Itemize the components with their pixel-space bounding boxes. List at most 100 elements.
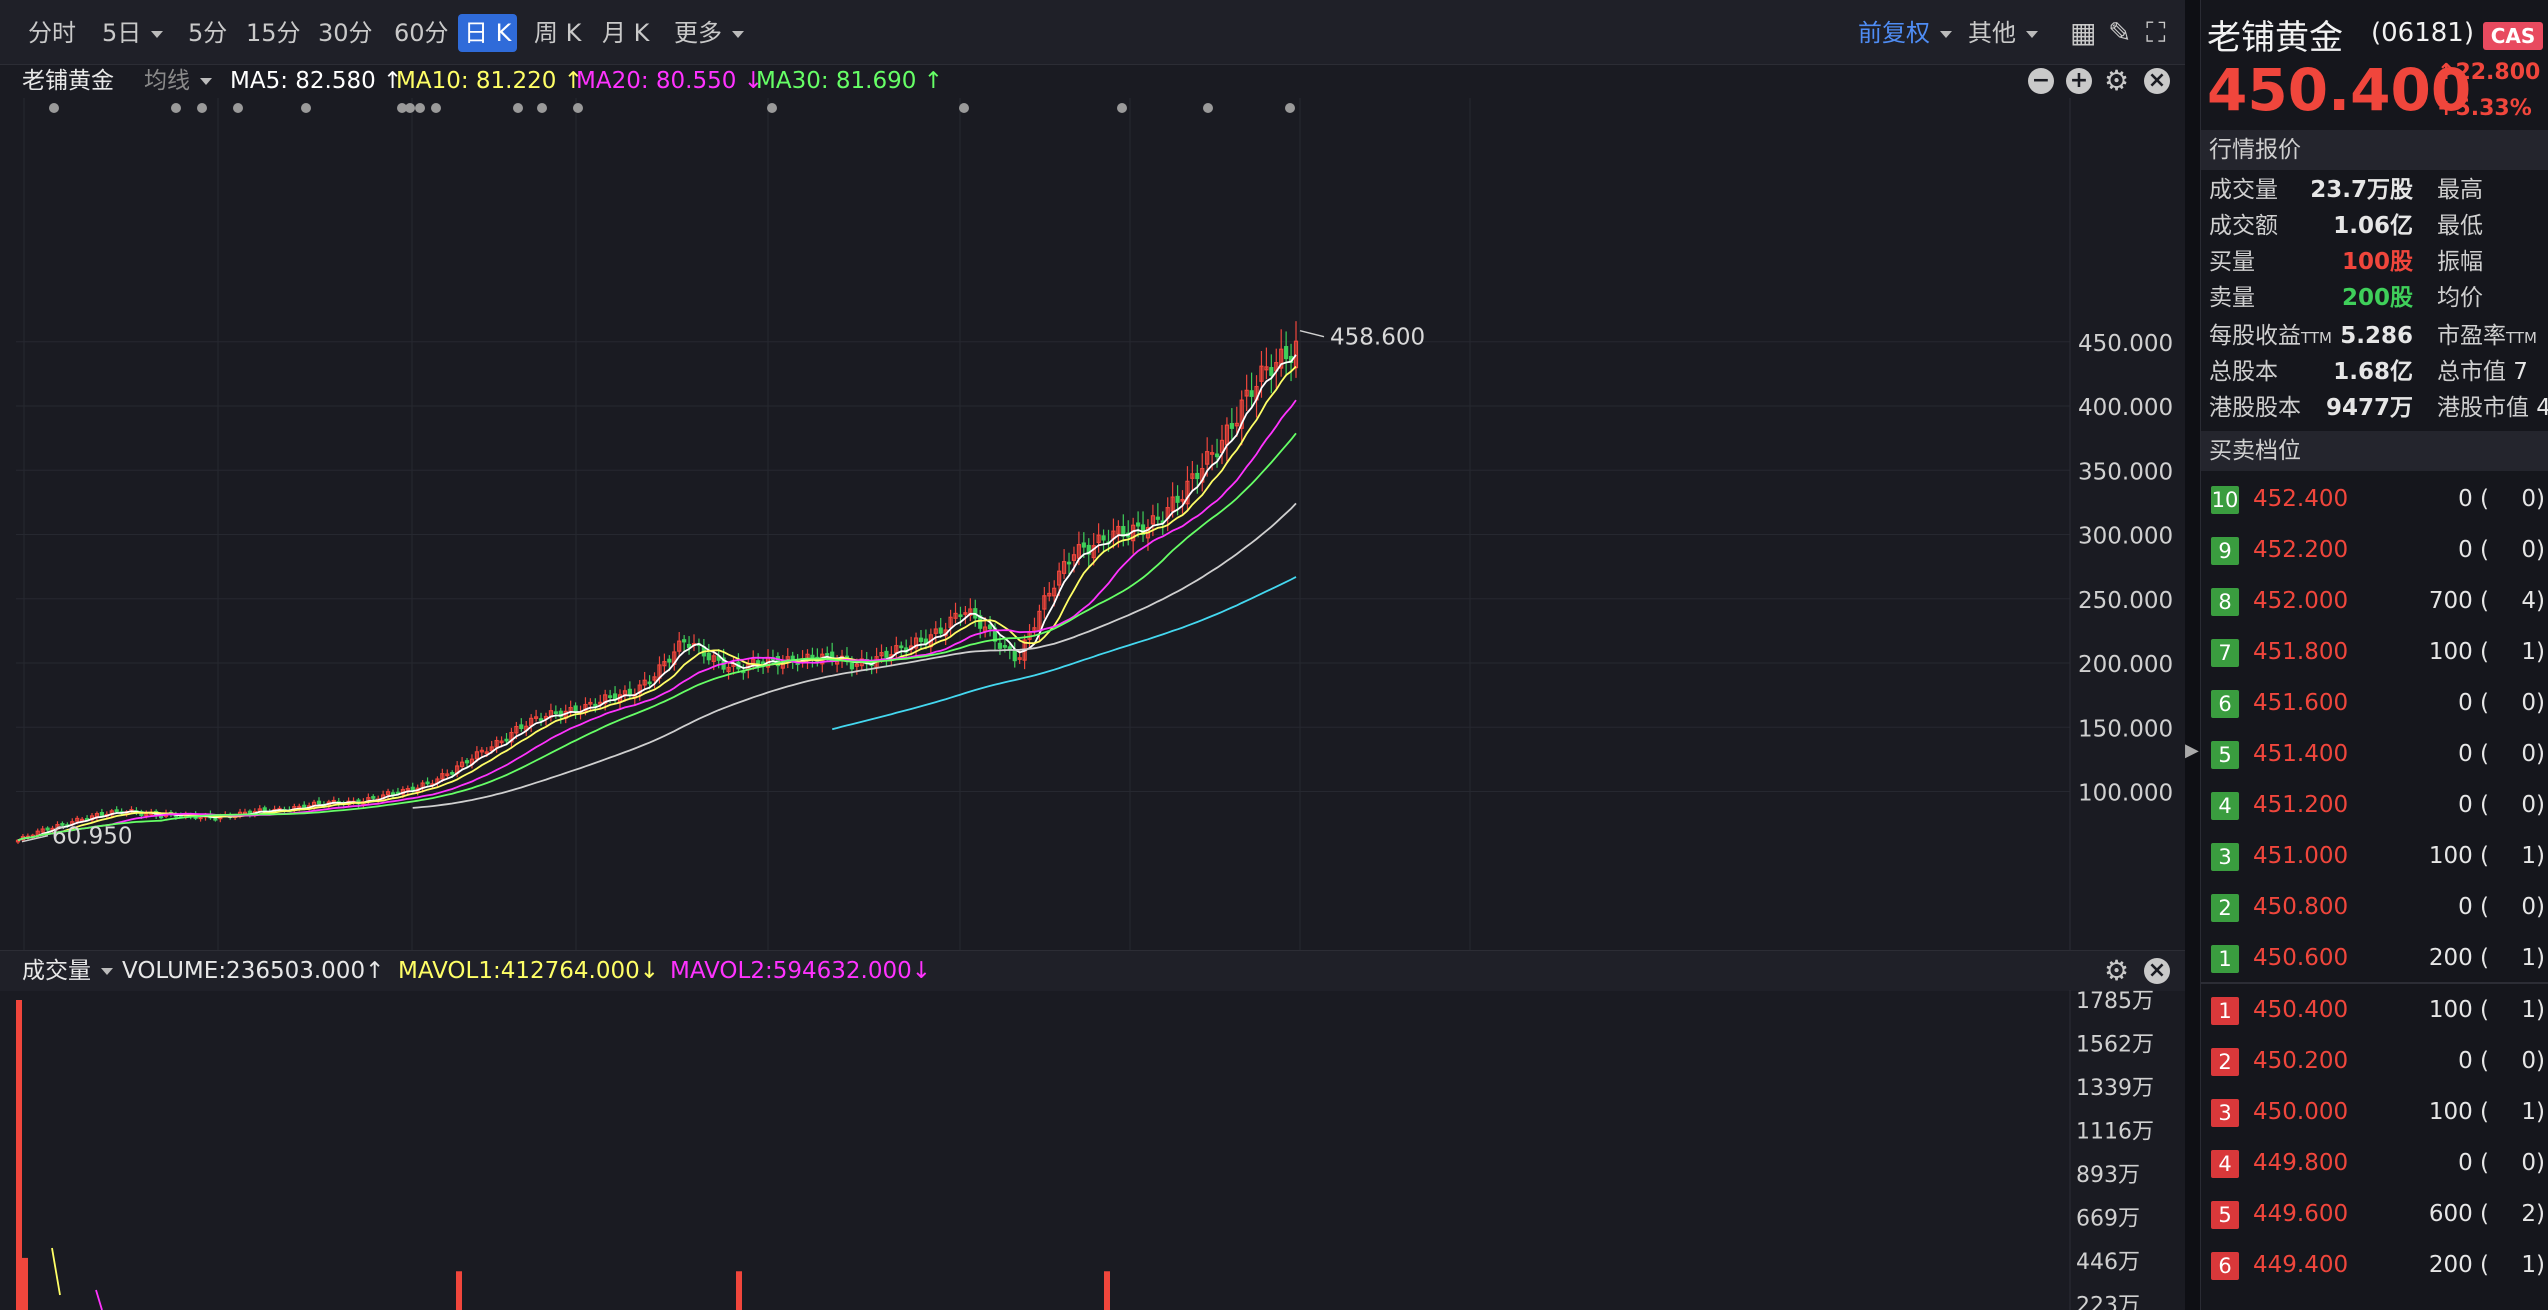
- quote-stock-code: (06181): [2371, 18, 2474, 48]
- candle: [405, 785, 410, 795]
- volume-settings-icon[interactable]: ⚙: [2104, 951, 2129, 991]
- close-icon[interactable]: ×: [2144, 68, 2170, 94]
- candle-body: [538, 718, 544, 721]
- ask-count: 1): [2521, 639, 2545, 665]
- stat-label-2: 均价: [2437, 285, 2483, 311]
- event-marker: [513, 103, 523, 113]
- tab-6[interactable]: 日 K: [458, 14, 518, 52]
- volume-close-icon[interactable]: ×: [2144, 958, 2170, 984]
- ask-row[interactable]: 3 451.000 100 (1): [2201, 831, 2548, 882]
- ask-row[interactable]: 2 450.800 0 (0): [2201, 882, 2548, 933]
- stat-row: 买量 100股 振幅: [2201, 244, 2548, 280]
- volume-bar: [22, 1257, 28, 1310]
- candle: [1042, 586, 1047, 619]
- volume-y-tick: 1116万: [2076, 1120, 2154, 1145]
- y-tick-label: 350.000: [2078, 459, 2173, 485]
- volume-dropdown[interactable]: 成交量: [22, 951, 113, 991]
- ask-level-badge: 4: [2211, 792, 2239, 820]
- tab-7[interactable]: 周 K: [528, 14, 587, 52]
- ask-row[interactable]: 8 452.000 700 (4): [2201, 576, 2548, 627]
- tab-2[interactable]: 5分: [182, 14, 233, 52]
- avg-line-dropdown[interactable]: 均线: [144, 64, 212, 98]
- settings-gear-icon[interactable]: ⚙: [2104, 64, 2129, 98]
- ask-price: 452.200: [2253, 537, 2349, 563]
- candle: [1239, 390, 1244, 446]
- ask-row[interactable]: 6 451.600 0 (0): [2201, 678, 2548, 729]
- other-dropdown[interactable]: 其他: [1962, 14, 2044, 52]
- tab-label: 5日: [102, 19, 142, 47]
- chart-area[interactable]: 分时 5日 5分 15分 30分 60分日 K 周 K 月 K 更多 前复权 其他 ▦ ✎ ⛶ 老铺黄金 …: [0, 0, 2199, 1310]
- fullscreen-icon[interactable]: ⛶: [2140, 14, 2172, 52]
- ask-price: 450.800: [2253, 894, 2349, 920]
- candle: [884, 647, 889, 667]
- tab-5[interactable]: 60分: [388, 14, 455, 52]
- bid-row[interactable]: 2 450.200 0 (0): [2201, 1036, 2548, 1087]
- bid-row[interactable]: 6 449.400 200 (1): [2201, 1240, 2548, 1291]
- ask-level-badge: 5: [2211, 741, 2239, 769]
- event-marker: [405, 103, 415, 113]
- y-tick-label: 250.000: [2078, 588, 2173, 614]
- candle: [553, 705, 558, 719]
- candle: [923, 629, 929, 650]
- y-tick-label: 400.000: [2078, 395, 2173, 421]
- candle: [479, 746, 484, 757]
- ask-row[interactable]: 9 452.200 0 (0): [2201, 525, 2548, 576]
- tab-0[interactable]: 分时: [22, 14, 82, 52]
- stat-value: 5.286: [2340, 323, 2413, 349]
- candle: [1126, 520, 1131, 546]
- ask-count: 4): [2521, 588, 2545, 614]
- candlestick-chart[interactable]: 450.000 400.000 350.000 300.000 250.000 200.0…: [0, 98, 2185, 950]
- y-tick-label: 300.000: [2078, 524, 2173, 550]
- tab-9[interactable]: 更多: [668, 14, 750, 52]
- volume-y-tick: 669万: [2076, 1207, 2140, 1232]
- event-marker: [1117, 103, 1127, 113]
- ask-row[interactable]: 1 450.600 200 (1): [2201, 933, 2548, 984]
- ask-row[interactable]: 7 451.800 100 (1): [2201, 627, 2548, 678]
- tab-3[interactable]: 15分: [240, 14, 307, 52]
- stat-label: 成交额: [2209, 213, 2278, 239]
- candle: [548, 703, 554, 722]
- other-label: 其他: [1968, 19, 2016, 47]
- ask-row[interactable]: 10 452.400 0 (0): [2201, 474, 2548, 525]
- bid-row[interactable]: 5 449.600 600 (2): [2201, 1189, 2548, 1240]
- zoom-in-icon[interactable]: +: [2066, 68, 2092, 94]
- legend-volume: VOLUME:236503.000↑: [122, 958, 385, 984]
- candle: [588, 698, 593, 712]
- candle-body: [1136, 522, 1141, 527]
- pencil-icon[interactable]: ✎: [2102, 14, 2137, 52]
- candle: [963, 606, 968, 624]
- volume-bar: [736, 1271, 742, 1310]
- stat-label-2: 市盈率TTM: [2437, 323, 2538, 349]
- bid-row[interactable]: 4 449.800 0 (0): [2201, 1138, 2548, 1189]
- tab-label: 30分: [318, 19, 373, 47]
- bid-row[interactable]: 3 450.000 100 (1): [2201, 1087, 2548, 1138]
- ask-row[interactable]: 5 451.400 0 (0): [2201, 729, 2548, 780]
- ask-level-badge: 3: [2211, 843, 2239, 871]
- price-change: ↑22.800: [2437, 60, 2540, 85]
- volume-y-tick: 223万: [2076, 1294, 2140, 1310]
- zoom-out-icon[interactable]: −: [2028, 68, 2054, 94]
- panel-splitter[interactable]: ▶: [2185, 0, 2199, 1310]
- candle: [662, 653, 667, 673]
- candle-body: [450, 771, 455, 775]
- tab-8[interactable]: 月 K: [596, 14, 655, 52]
- candle: [696, 638, 702, 655]
- tab-4[interactable]: 30分: [312, 14, 379, 52]
- candle-body: [1012, 650, 1017, 662]
- grid-icon[interactable]: ▦: [2064, 14, 2102, 52]
- bid-row[interactable]: 1 450.400 100 (1): [2201, 985, 2548, 1036]
- volume-chart[interactable]: 1785万 1562万 1339万 1116万 893万 669万 446万 223万: [0, 990, 2185, 1310]
- candle: [726, 661, 731, 680]
- event-marker: [1285, 103, 1295, 113]
- legend-ma20: MA20: 80.550 ↓: [576, 68, 763, 94]
- tab-1[interactable]: 5日: [96, 14, 169, 52]
- ask-count: 0): [2521, 690, 2545, 716]
- bid-volume: 600 (: [2428, 1201, 2489, 1227]
- ask-row[interactable]: 4 451.200 0 (0): [2201, 780, 2548, 831]
- bid-price: 449.800: [2253, 1150, 2349, 1176]
- expand-arrow-icon[interactable]: ▶: [2185, 740, 2199, 761]
- candle: [1180, 490, 1185, 514]
- event-marker: [1203, 103, 1213, 113]
- adjust-dropdown[interactable]: 前复权: [1852, 14, 1958, 52]
- candle: [987, 616, 993, 637]
